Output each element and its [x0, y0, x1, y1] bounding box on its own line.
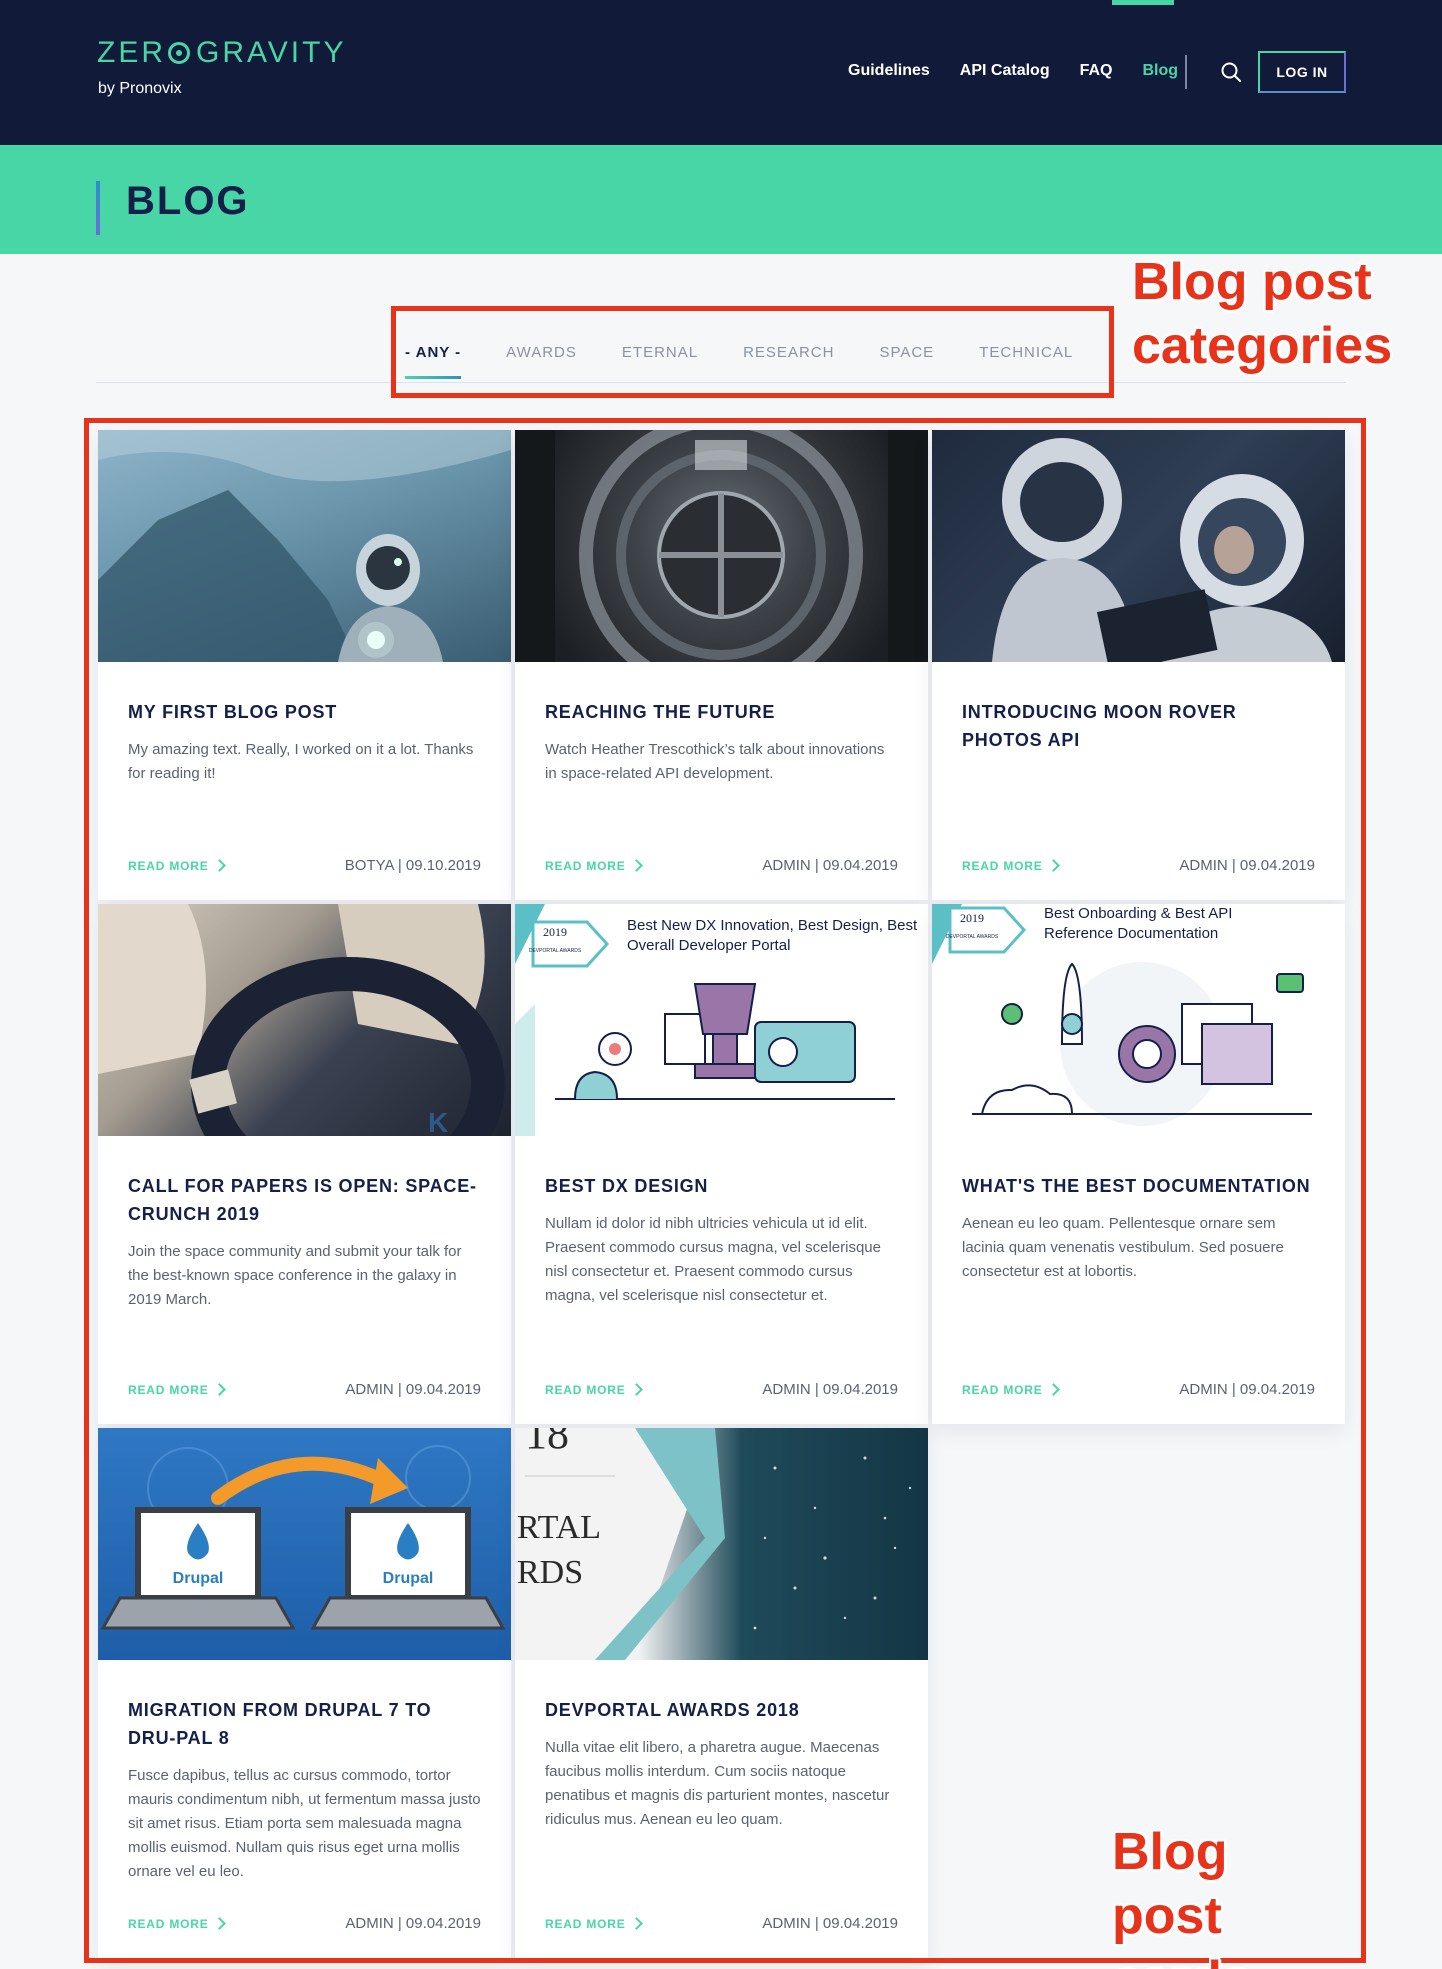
login-button[interactable]: LOG IN — [1258, 51, 1346, 93]
active-nav-indicator — [1112, 0, 1174, 5]
page-title: BLOG — [126, 179, 250, 223]
site-header: ZER GRAVITY by Pronovix Guidelines API C… — [0, 0, 1442, 145]
categories-highlight-box — [391, 306, 1114, 398]
logo-planet-icon — [168, 42, 190, 64]
cards-highlight-box — [84, 418, 1366, 1963]
cards-annotation: Blog post cards — [1112, 1823, 1251, 1969]
nav-faq[interactable]: FAQ — [1080, 62, 1113, 80]
logo-text-end: GRAVITY — [196, 36, 347, 69]
nav-guidelines[interactable]: Guidelines — [848, 62, 930, 80]
nav-divider — [1185, 55, 1187, 89]
main-nav: Guidelines API Catalog FAQ Blog — [848, 62, 1178, 80]
logo-text-start: ZER — [97, 36, 166, 69]
nav-blog[interactable]: Blog — [1142, 62, 1178, 80]
site-logo[interactable]: ZER GRAVITY by Pronovix — [97, 36, 346, 98]
categories-annotation: Blog post categories — [1132, 253, 1393, 375]
nav-api-catalog[interactable]: API Catalog — [960, 62, 1050, 80]
banner-accent-bar — [96, 181, 100, 235]
search-icon[interactable] — [1220, 61, 1242, 83]
page-banner: BLOG — [0, 145, 1442, 254]
logo-subtitle: by Pronovix — [98, 80, 182, 97]
